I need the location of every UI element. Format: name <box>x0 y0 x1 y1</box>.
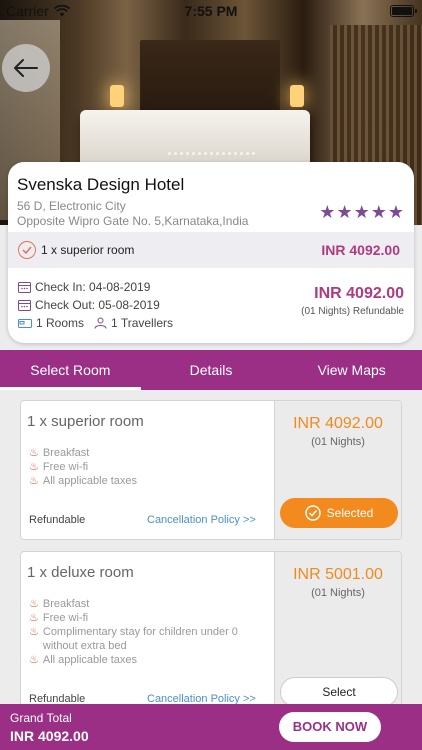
nights-refund-label: (01 Nights) Refundable <box>301 306 404 317</box>
room-title: 1 x deluxe room <box>27 564 134 581</box>
check-circle-icon <box>304 505 321 521</box>
room-select-button[interactable]: Select <box>280 677 398 707</box>
grand-total-value: INR 4092.00 <box>10 728 89 744</box>
hotel-address: 56 D, Electronic City Opposite Wipro Gat… <box>17 199 249 228</box>
battery-icon <box>390 5 417 17</box>
room-selected-button[interactable]: Selected <box>280 498 398 528</box>
rooms-count: 1 Rooms <box>36 316 85 330</box>
amenity-icon: ♨ <box>29 654 39 666</box>
photo-bed <box>80 110 310 170</box>
tab-bar: Select Room Details View Maps <box>0 350 422 390</box>
clock: 7:55 PM <box>184 3 238 19</box>
room-price: INR 4092.00 <box>293 415 383 432</box>
back-button[interactable] <box>2 44 50 92</box>
selected-room-price: INR 4092.00 <box>321 242 400 258</box>
selected-room-strip: 1 x superior room INR 4092.00 <box>8 232 414 268</box>
amenity-item: ♨ Breakfast <box>29 598 90 610</box>
room-price: INR 5001.00 <box>293 566 383 583</box>
amenity-item: ♨ Free wi-fi <box>29 461 89 473</box>
guests-row: 1 Rooms 1 Travellers <box>18 316 173 330</box>
tab-view-maps[interactable]: View Maps <box>281 350 422 390</box>
amenity-item: ♨ All applicable taxes <box>29 654 138 666</box>
amenity-icon: ♨ <box>29 598 39 610</box>
tab-details[interactable]: Details <box>141 350 282 390</box>
calendar-icon <box>18 300 31 311</box>
calendar-icon <box>18 282 31 293</box>
star-icon: ★ <box>387 202 404 222</box>
person-icon <box>94 317 107 329</box>
booking-total-price: INR 4092.00 <box>314 285 404 302</box>
book-now-button[interactable]: BOOK NOW <box>279 712 381 742</box>
amenity-item: ♨ Breakfast <box>29 447 90 459</box>
check-in-date: Check In: 04-08-2019 <box>35 280 151 294</box>
amenity-icon: ♨ <box>29 447 39 459</box>
amenity-icon: ♨ <box>29 626 39 638</box>
photo-pagination-dots[interactable] <box>168 152 255 155</box>
amenity-icon: ♨ <box>29 461 39 473</box>
photo-lamp-left <box>110 85 124 107</box>
star-rating: ★ ★ ★ ★ ★ <box>319 202 404 223</box>
star-icon: ★ <box>370 202 387 222</box>
amenity-item: ♨ Complimentary stay for children under 0… <box>29 626 238 652</box>
star-icon: ★ <box>336 202 353 222</box>
amenity-icon: ♨ <box>29 612 39 624</box>
status-bar: Carrier 7:55 PM <box>0 0 422 22</box>
amenity-icon: ♨ <box>29 475 39 487</box>
check-out-date: Check Out: 05-08-2019 <box>35 298 160 312</box>
star-icon: ★ <box>319 202 336 222</box>
check-out-row: Check Out: 05-08-2019 <box>18 298 160 312</box>
cancellation-policy-link[interactable]: Cancellation Policy >> <box>147 514 256 526</box>
tab-select-room[interactable]: Select Room <box>0 350 141 390</box>
star-icon: ★ <box>353 202 370 222</box>
hotel-name: Svenska Design Hotel <box>17 175 185 194</box>
photo-lamp-right <box>290 85 304 107</box>
room-nights: (01 Nights) <box>311 436 365 448</box>
travellers-count: 1 Travellers <box>111 316 174 330</box>
amenity-item: ♨ All applicable taxes <box>29 475 138 487</box>
check-circle-icon <box>18 241 36 259</box>
booking-footer: Grand Total INR 4092.00 BOOK NOW <box>0 704 422 750</box>
arrow-left-icon <box>14 59 38 77</box>
room-title: 1 x superior room <box>27 413 144 430</box>
amenity-item: ♨ Free wi-fi <box>29 612 89 624</box>
refund-label: Refundable <box>29 514 86 526</box>
room-option-card: 1 x superior room ♨ Breakfast ♨ Free wi-fi… <box>20 400 402 540</box>
room-option-card: 1 x deluxe room ♨ Breakfast ♨ Free wi-fi ♨… <box>20 551 402 721</box>
selected-room-label: 1 x superior room <box>41 243 135 257</box>
hotel-summary-card: Svenska Design Hotel 56 D, Electronic Ci… <box>8 162 414 343</box>
check-in-row: Check In: 04-08-2019 <box>18 280 150 294</box>
bed-icon <box>18 318 32 328</box>
grand-total-label: Grand Total <box>10 711 72 725</box>
room-nights: (01 Nights) <box>311 587 365 599</box>
